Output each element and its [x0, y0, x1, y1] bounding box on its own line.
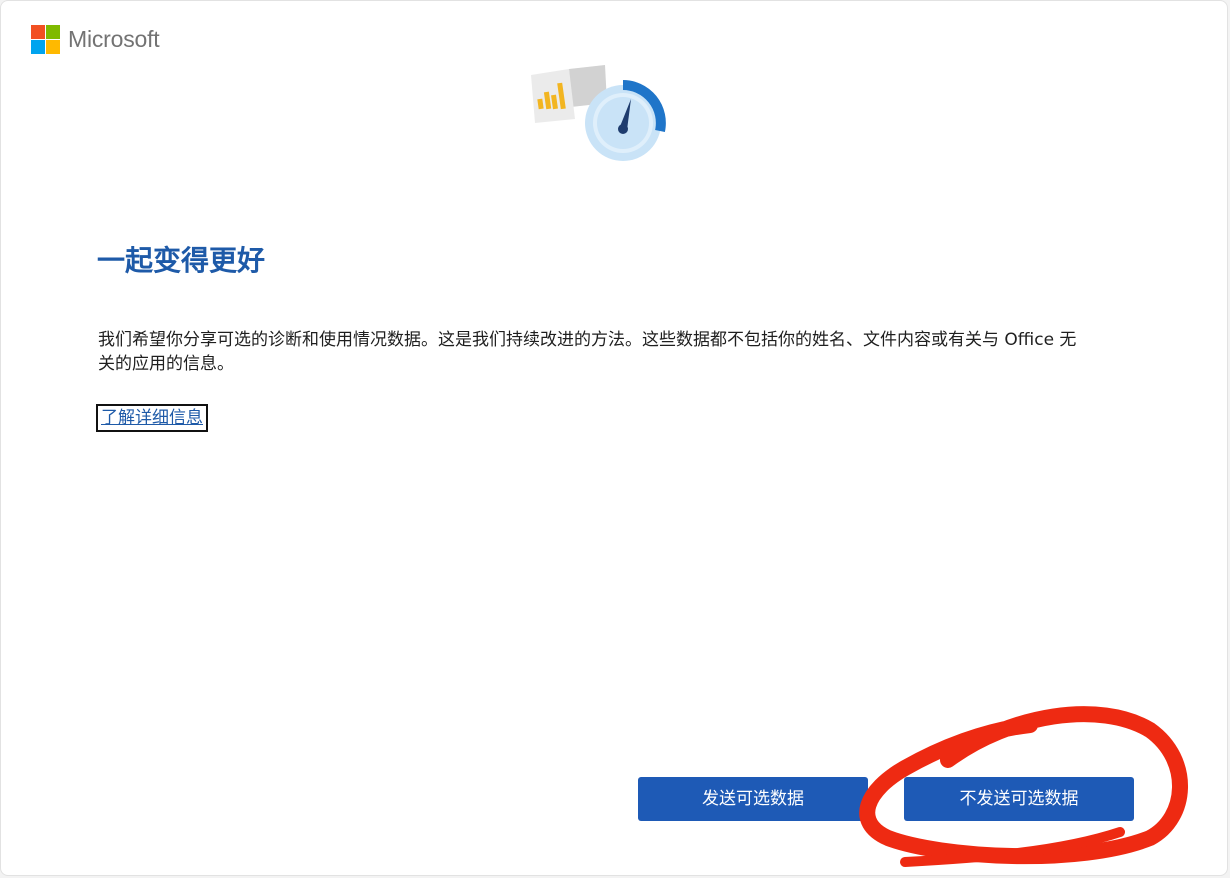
brand-name: Microsoft — [68, 26, 160, 52]
logo-square-blue — [31, 40, 45, 54]
send-optional-data-button[interactable]: 发送可选数据 — [638, 777, 868, 821]
logo-square-green — [46, 25, 60, 39]
dialog-window: Microsoft 一起变得更好 我们希望你分享可选的诊断和使用情况数据。这是我… — [0, 0, 1228, 876]
logo-square-yellow — [46, 40, 60, 54]
microsoft-brand: Microsoft — [31, 25, 160, 54]
gauge-needle-hub — [618, 124, 628, 134]
page-title: 一起变得更好 — [97, 244, 266, 277]
diagnostics-gauge-icon — [531, 65, 666, 161]
learn-more-link[interactable]: 了解详细信息 — [96, 404, 208, 432]
logo-square-red — [31, 25, 45, 39]
microsoft-logo-icon — [31, 25, 60, 54]
dont-send-optional-data-button[interactable]: 不发送可选数据 — [904, 777, 1134, 821]
description-text: 我们希望你分享可选的诊断和使用情况数据。这是我们持续改进的方法。这些数据都不包括… — [98, 330, 1077, 374]
